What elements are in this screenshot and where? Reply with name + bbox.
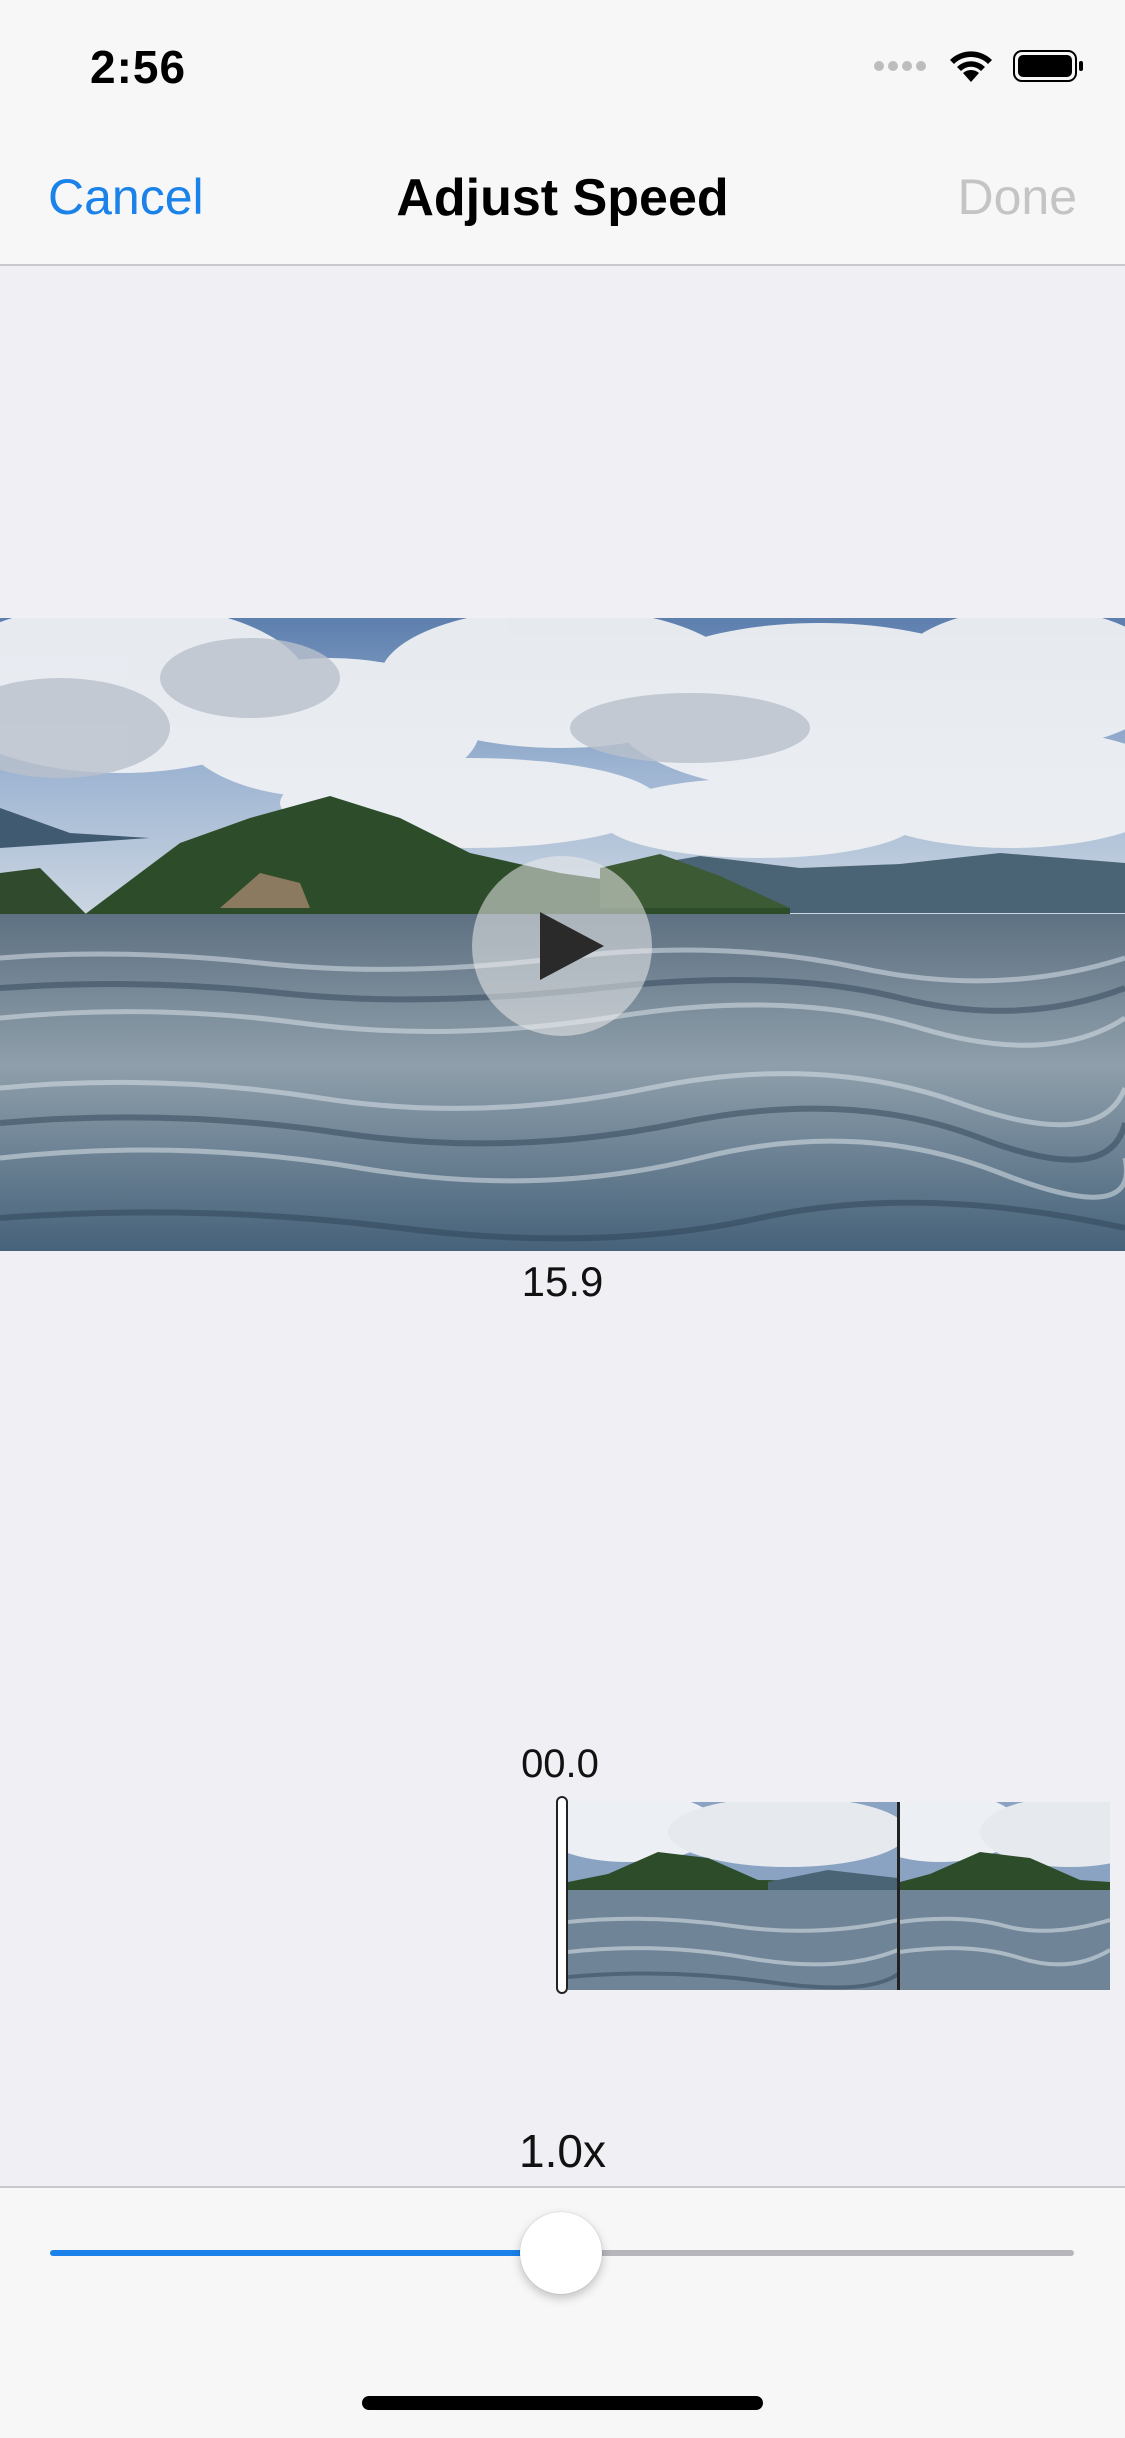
home-indicator	[362, 2396, 763, 2410]
page-title: Adjust Speed	[396, 169, 729, 227]
signal-dots-icon	[873, 59, 929, 77]
speed-label: 1.0x	[519, 2125, 606, 2177]
speed-slider-track[interactable]	[562, 2250, 1074, 2256]
play-icon	[540, 912, 604, 980]
frame-divider	[897, 1802, 900, 1990]
timeline-frame	[568, 1802, 898, 1990]
done-button[interactable]: Done	[957, 168, 1077, 226]
current-time-label: 00.0	[521, 1742, 599, 1786]
wifi-icon	[949, 49, 993, 88]
speed-slider-thumb[interactable]	[520, 2212, 602, 2294]
status-icons	[873, 48, 1085, 88]
battery-icon	[1013, 49, 1085, 88]
play-button[interactable]	[472, 856, 652, 1036]
timeline-frame	[900, 1802, 1110, 1990]
duration-label: 15.9	[521, 1258, 604, 1305]
status-time: 2:56	[90, 41, 187, 93]
status-bar: 2:56	[0, 0, 1125, 132]
navigation-bar: Cancel Adjust Speed Done	[0, 132, 1125, 266]
timeline-strip[interactable]	[568, 1802, 1110, 1990]
playhead-handle[interactable]	[556, 1796, 568, 1994]
speed-slider-track-filled[interactable]	[50, 2250, 562, 2256]
